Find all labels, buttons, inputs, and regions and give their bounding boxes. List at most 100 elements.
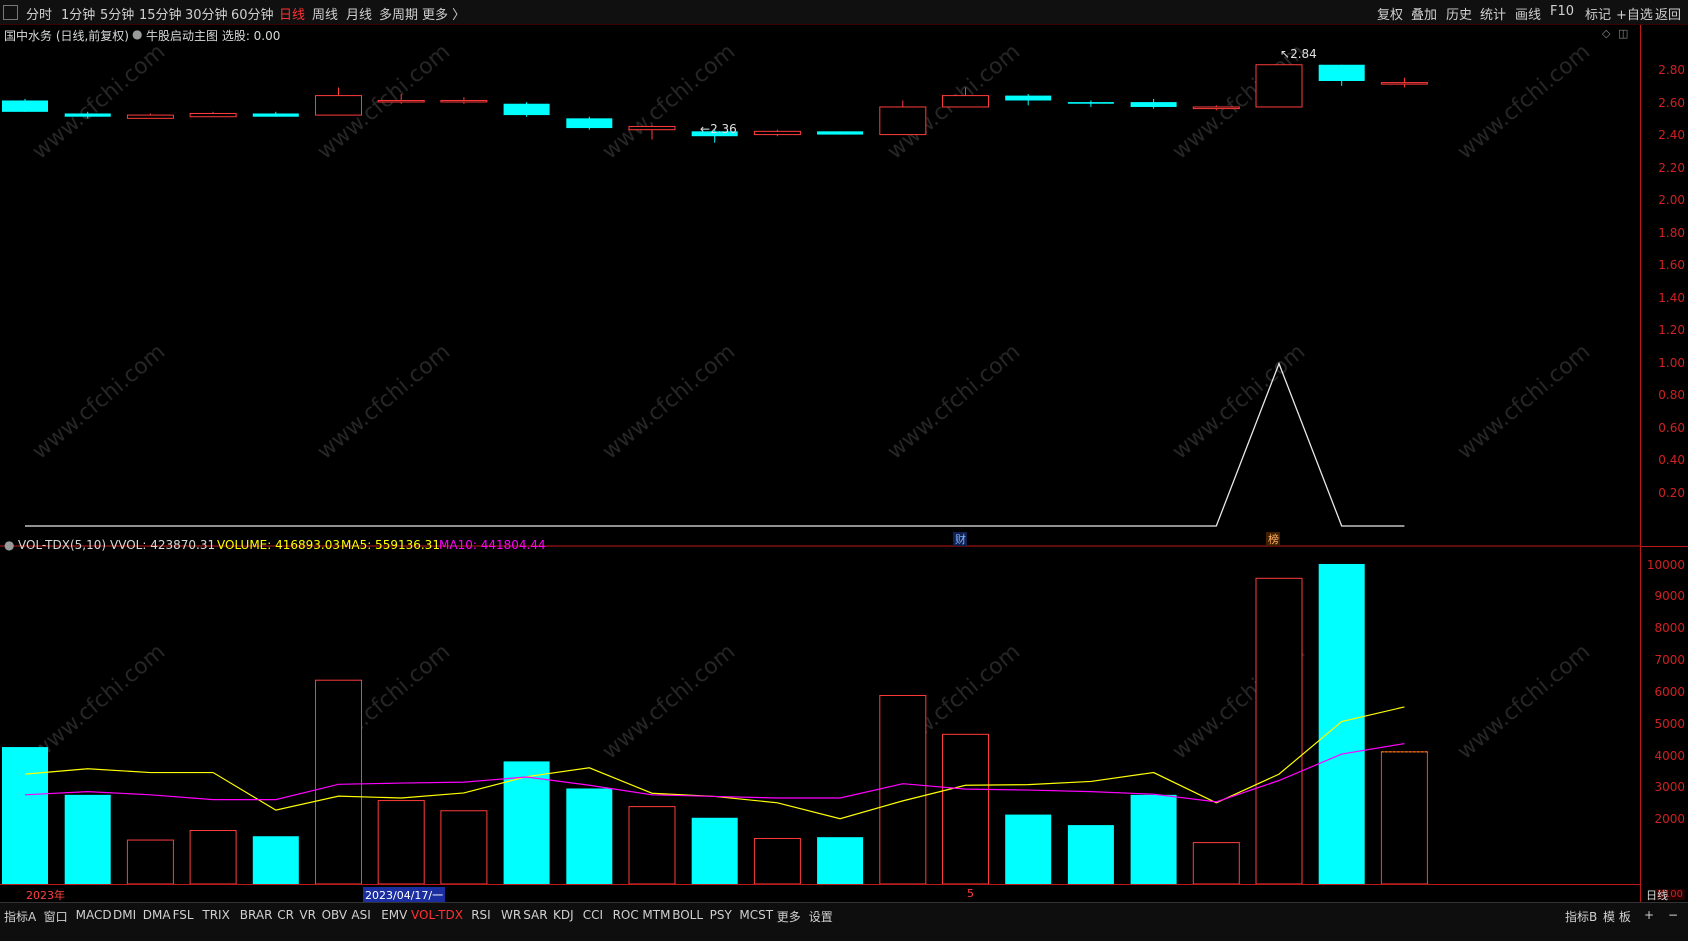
candle-body-up xyxy=(440,99,488,103)
low-price-label: ←2.36 xyxy=(700,122,737,136)
high-price-label: ↖2.84 xyxy=(1280,47,1317,61)
watermark-text: www.cfchi.com xyxy=(598,339,740,464)
indicator-tab-trix[interactable]: TRIX xyxy=(202,908,229,922)
watermark-text: www.cfchi.com xyxy=(598,639,740,764)
volume-header: ● VOL-TDX(5,10) VVOL: 423870.31 VOLUME: … xyxy=(0,535,1640,555)
candle-body-down xyxy=(1318,64,1365,81)
indicator-tab-dmi[interactable]: DMI xyxy=(113,908,136,922)
volume-bar-down xyxy=(1318,563,1365,884)
candle-body-up xyxy=(1380,82,1428,85)
volume-bar-up xyxy=(315,679,362,884)
candle-body-up xyxy=(879,106,927,136)
month-label: 5 xyxy=(967,887,974,900)
volume-bar-up xyxy=(753,837,801,884)
watermark-text: www.cfchi.com xyxy=(1168,339,1310,464)
indicator-tab-dma[interactable]: DMA xyxy=(143,908,171,922)
volume-tick-label: 7000 xyxy=(1654,653,1685,668)
indicator-tab-psy[interactable]: PSY xyxy=(710,908,732,922)
volume-bar-down xyxy=(1130,794,1177,884)
indicator-tab-vr[interactable]: VR xyxy=(299,908,316,922)
indicator-tab-asi[interactable]: ASI xyxy=(351,908,370,922)
volume-bar-up xyxy=(879,694,927,884)
indicator-tab-mcst[interactable]: MCST xyxy=(739,908,773,922)
indicator-tab-cci[interactable]: CCI xyxy=(583,908,603,922)
price-tick-label: 0.20 xyxy=(1658,485,1685,500)
volume-indicator-name[interactable]: VOL-TDX(5,10) xyxy=(18,538,106,552)
indicator-tab-指标a[interactable]: 指标A xyxy=(4,908,36,925)
indicator-tab-vol-tdx[interactable]: VOL-TDX xyxy=(411,908,463,922)
chart-canvas[interactable]: www.cfchi.com www.cfchi.com www.cfchi.com w… xyxy=(0,0,1640,884)
price-tick-label: 1.00 xyxy=(1658,355,1685,370)
indicator-tab-roc[interactable]: ROC xyxy=(613,908,639,922)
indicator-tab-wr[interactable]: WR xyxy=(501,908,521,922)
volume-bar-up xyxy=(126,839,174,884)
zoom-out-button[interactable]: − xyxy=(1668,908,1678,922)
ma10-value: MA10: 441804.44 xyxy=(439,538,546,552)
indicator-tab-kdj[interactable]: KDJ xyxy=(553,908,574,922)
indicator-tab-boll[interactable]: BOLL xyxy=(672,908,703,922)
volume-tick-label: 8000 xyxy=(1654,621,1685,636)
price-tick-label: 0.80 xyxy=(1658,388,1685,403)
watermark-text: www.cfchi.com xyxy=(28,39,170,164)
period-label: 日线 xyxy=(1646,889,1668,902)
cursor-date-label: 2023/04/17/一 xyxy=(363,887,446,903)
indicator-tab-更多[interactable]: 更多 xyxy=(777,908,801,925)
indicator-tab-brar[interactable]: BRAR xyxy=(240,908,273,922)
indicator-tab-fsl[interactable]: FSL xyxy=(173,908,194,922)
indicator-tab-cr[interactable]: CR xyxy=(277,908,294,922)
indicator-tab-emv[interactable]: EMV xyxy=(381,908,407,922)
indicator-tab-macd[interactable]: MACD xyxy=(76,908,112,922)
price-tick-label: 1.40 xyxy=(1658,290,1685,305)
volume-tick-label: 10000 xyxy=(1646,557,1685,572)
candle-body-up xyxy=(1192,106,1240,110)
volume-bar-down xyxy=(1005,814,1052,884)
candle-body-down xyxy=(252,113,299,117)
candle-body-up xyxy=(753,130,801,136)
volume-tick-label: 2000 xyxy=(1654,812,1685,827)
candle-body-up xyxy=(315,95,362,116)
date-axis: 2023年 2023/04/17/一 5 日线 xyxy=(0,884,1668,903)
volume-tick-label: 3000 xyxy=(1654,780,1685,795)
indicator-tab-设置[interactable]: 设置 xyxy=(809,908,833,925)
volume-bar-down xyxy=(566,788,613,884)
indicator-tab-窗口[interactable]: 窗口 xyxy=(44,908,68,925)
volume-tick-label: 5000 xyxy=(1654,716,1685,731)
volume-toggle-icon[interactable]: ● xyxy=(4,538,14,552)
watermark-text: www.cfchi.com xyxy=(28,339,170,464)
indicator-tab-obv[interactable]: OBV xyxy=(322,908,348,922)
price-tick-label: 1.20 xyxy=(1658,323,1685,338)
candle-body-up xyxy=(942,95,989,108)
price-tick-label: 2.20 xyxy=(1658,160,1685,175)
price-tick-label: 2.00 xyxy=(1658,193,1685,208)
candle-body-up xyxy=(189,112,237,118)
price-tick-label: 0.40 xyxy=(1658,453,1685,468)
candle-body-down xyxy=(1067,102,1114,104)
volume-bar-down xyxy=(2,747,48,884)
candle-body-down xyxy=(64,113,111,117)
candle-body-down xyxy=(2,100,48,112)
template-button[interactable]: 模 板 xyxy=(1603,908,1631,925)
watermark-text: www.cfchi.com xyxy=(598,39,740,164)
volume-bar-down xyxy=(252,836,299,884)
volume-bar-up xyxy=(942,733,989,884)
indicator-b-button[interactable]: 指标B xyxy=(1565,908,1597,925)
watermark-text: www.cfchi.com xyxy=(28,639,170,764)
price-tick-label: 2.60 xyxy=(1658,95,1685,110)
volume-bar-up xyxy=(377,800,425,884)
volume-value: VOLUME: 416893.03 xyxy=(217,538,340,552)
volume-bar-up xyxy=(1380,751,1428,884)
indicator-tab-rsi[interactable]: RSI xyxy=(471,908,491,922)
volume-bar-down xyxy=(503,761,550,884)
indicator-tab-sar[interactable]: SAR xyxy=(523,908,547,922)
volume-bar-up xyxy=(440,810,488,884)
zoom-in-button[interactable]: + xyxy=(1644,908,1654,922)
vvol-value: VVOL: 423870.31 xyxy=(110,538,216,552)
candle-body-down xyxy=(566,118,613,129)
volume-bar-up xyxy=(189,830,237,884)
watermark-text: www.cfchi.com xyxy=(1453,39,1595,164)
indicator-tab-bar: 指标A 窗口 MACD DMI DMA FSL TRIX BRAR CR VR OBV ASI EMV V… xyxy=(0,902,1688,941)
indicator-tab-mtm[interactable]: MTM xyxy=(642,908,670,922)
back-button[interactable]: 返回 xyxy=(1655,4,1681,23)
price-tick-label: 2.40 xyxy=(1658,128,1685,143)
price-tick-label: 1.80 xyxy=(1658,225,1685,240)
